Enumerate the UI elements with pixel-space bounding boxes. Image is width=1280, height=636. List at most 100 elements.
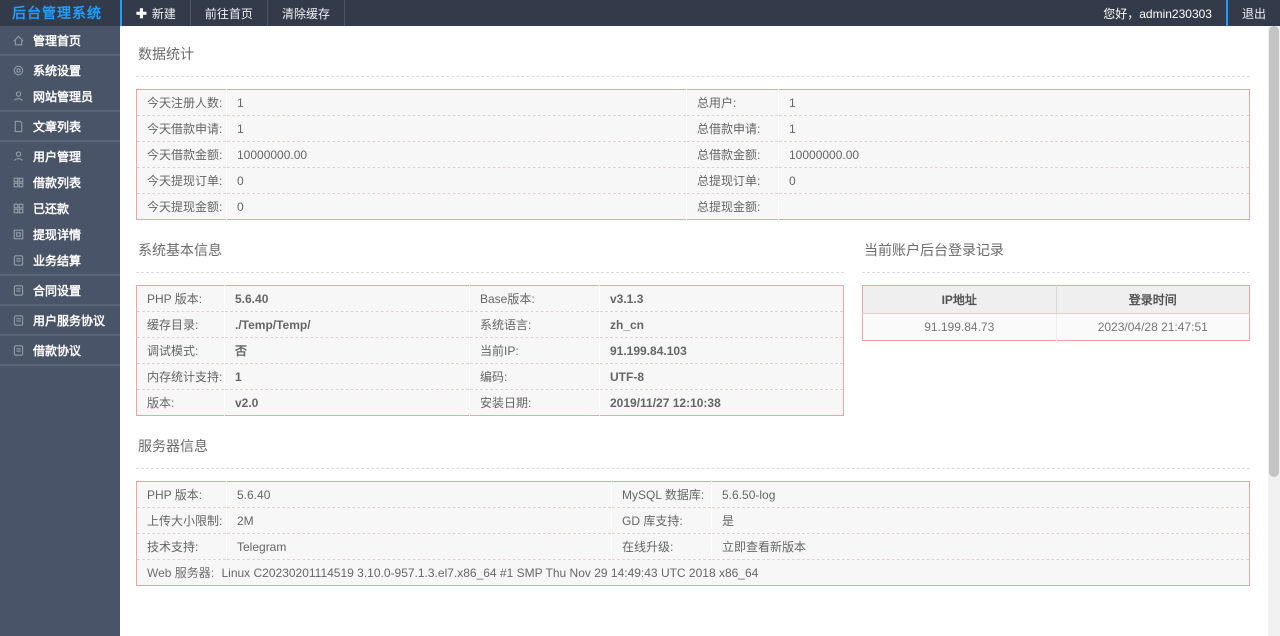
stat-value: 1 [226, 115, 687, 142]
stat-label: 总提现金额: [686, 193, 779, 220]
system-info-section: 系统基本信息 PHP 版本: 5.6.40 Base版本: v3.1.3 缓存目… [136, 236, 844, 416]
topbar: 后台管理系统 ✚ 新建 前往首页 清除缓存 您好，admin230303 退出 [0, 0, 1280, 26]
stats-table: 今天注册人数: 1 总用户: 1 今天借款申请: 1 总借款申请: 1 今天借款… [136, 89, 1250, 220]
logout-label: 退出 [1241, 6, 1266, 21]
stat-label: 今天提现金额: [136, 193, 227, 220]
stat-value [778, 193, 1250, 220]
check-new-version-link[interactable]: 立即查看新版本 [711, 533, 1250, 560]
sidebar-item-label: 合同设置 [33, 283, 82, 298]
stat-value: 0 [778, 167, 1250, 194]
table-row: 内存统计支持: 1 编码: UTF-8 [136, 363, 844, 390]
sidebar-item-label: 网站管理员 [33, 89, 94, 104]
info-value: 91.199.84.103 [599, 337, 844, 364]
sidebar-item-loan-agreement[interactable]: 借款协议 [0, 337, 120, 363]
sidebar-group: 系统设置 网站管理员 [0, 56, 120, 112]
sidebar-item-label: 借款列表 [33, 175, 82, 190]
info-value: 5.6.40 [226, 481, 612, 508]
info-label: 版本: [136, 389, 225, 416]
middle-row: 系统基本信息 PHP 版本: 5.6.40 Base版本: v3.1.3 缓存目… [136, 236, 1250, 416]
sidebar-item-contract-settings[interactable]: 合同设置 [0, 277, 120, 303]
info-value: 2M [226, 507, 612, 534]
table-row: 技术支持: Telegram 在线升级: 立即查看新版本 [136, 533, 1250, 560]
sidebar-item-label: 借款协议 [33, 343, 82, 358]
grid-icon [12, 176, 25, 189]
home-icon [12, 34, 25, 47]
system-info-table: PHP 版本: 5.6.40 Base版本: v3.1.3 缓存目录: ./Te… [136, 285, 844, 416]
sidebar-item-site-admins[interactable]: 网站管理员 [0, 83, 120, 109]
table-row: 今天借款金额: 10000000.00 总借款金额: 10000000.00 [136, 141, 1250, 168]
stats-section: 数据统计 今天注册人数: 1 总用户: 1 今天借款申请: 1 总借款申请: 1… [136, 40, 1250, 220]
scrollbar-thumb[interactable] [1269, 26, 1279, 478]
info-value: 是 [711, 507, 1250, 534]
sidebar-group: 管理首页 [0, 26, 120, 56]
sidebar-group: 用户管理 借款列表 已还款 提现详情 业务结算 [0, 142, 120, 276]
sidebar-group: 文章列表 [0, 112, 120, 142]
login-records-table: IP地址 登录时间 91.199.84.73 2023/04/28 21:47:… [862, 285, 1250, 341]
new-button[interactable]: ✚ 新建 [122, 0, 190, 26]
new-button-label: 新建 [151, 6, 176, 21]
gear-icon [12, 64, 25, 77]
logout-button[interactable]: 退出 [1228, 0, 1280, 26]
sidebar-item-articles[interactable]: 文章列表 [0, 113, 120, 139]
stat-value: 1 [226, 89, 687, 116]
stat-label: 总借款申请: [686, 115, 779, 142]
square-icon [12, 228, 25, 241]
info-label: GD 库支持: [611, 507, 712, 534]
table-row: PHP 版本: 5.6.40 Base版本: v3.1.3 [136, 285, 844, 312]
stat-label: 今天借款申请: [136, 115, 227, 142]
info-label: MySQL 数据库: [611, 481, 712, 508]
table-header-row: IP地址 登录时间 [862, 285, 1250, 314]
main-content: 数据统计 今天注册人数: 1 总用户: 1 今天借款申请: 1 总借款申请: 1… [120, 26, 1268, 636]
table-row: 今天提现订单: 0 总提现订单: 0 [136, 167, 1250, 194]
sidebar-item-loans[interactable]: 借款列表 [0, 169, 120, 195]
sidebar: 管理首页 系统设置 网站管理员 文章列表 用户管理 借款列表 已还款 提现详情 … [0, 26, 120, 636]
login-records-title: 当前账户后台登录记录 [862, 236, 1250, 273]
info-value: 1 [224, 363, 470, 390]
user-greeting: 您好，admin230303 [1103, 6, 1212, 21]
system-info-title: 系统基本信息 [136, 236, 844, 273]
sidebar-item-system-settings[interactable]: 系统设置 [0, 57, 120, 83]
table-row: PHP 版本: 5.6.40 MySQL 数据库: 5.6.50-log [136, 481, 1250, 508]
info-value: 5.6.50-log [711, 481, 1250, 508]
sidebar-item-repaid[interactable]: 已还款 [0, 195, 120, 221]
table-row: 版本: v2.0 安装日期: 2019/11/27 12:10:38 [136, 389, 844, 416]
sidebar-item-label: 已还款 [33, 201, 70, 216]
document-icon [12, 284, 25, 297]
stat-label: 今天借款金额: [136, 141, 227, 168]
sidebar-item-users[interactable]: 用户管理 [0, 143, 120, 169]
server-info-table: PHP 版本: 5.6.40 MySQL 数据库: 5.6.50-log 上传大… [136, 481, 1250, 586]
sidebar-item-user-agreement[interactable]: 用户服务协议 [0, 307, 120, 333]
table-row: Web 服务器: Linux C20230201114519 3.10.0-95… [136, 559, 1250, 586]
column-header-time: 登录时间 [1056, 285, 1250, 314]
go-home-button[interactable]: 前往首页 [191, 0, 267, 26]
info-label: 上传大小限制: [136, 507, 227, 534]
go-home-label: 前往首页 [204, 6, 253, 21]
info-label: PHP 版本: [136, 285, 225, 312]
stat-label: 总借款金额: [686, 141, 779, 168]
table-row: 调试模式: 否 当前IP: 91.199.84.103 [136, 337, 844, 364]
info-value: Telegram [226, 533, 612, 560]
stat-label: 总用户: [686, 89, 779, 116]
info-label: 内存统计支持: [136, 363, 225, 390]
web-server-cell: Web 服务器: Linux C20230201114519 3.10.0-95… [136, 559, 1250, 586]
sidebar-item-label: 用户服务协议 [33, 313, 106, 328]
vertical-scrollbar[interactable] [1268, 26, 1280, 636]
table-row: 今天提现金额: 0 总提现金额: [136, 193, 1250, 220]
info-value: v2.0 [224, 389, 470, 416]
clear-cache-button[interactable]: 清除缓存 [268, 0, 344, 26]
info-value: 否 [224, 337, 470, 364]
table-row: 缓存目录: ./Temp/Temp/ 系统语言: zh_cn [136, 311, 844, 338]
info-label: 当前IP: [469, 337, 600, 364]
sidebar-item-label: 系统设置 [33, 63, 82, 78]
info-label: 缓存目录: [136, 311, 225, 338]
sidebar-item-withdrawals[interactable]: 提现详情 [0, 221, 120, 247]
sidebar-item-settlement[interactable]: 业务结算 [0, 247, 120, 273]
sidebar-item-label: 业务结算 [33, 253, 82, 268]
table-row: 91.199.84.73 2023/04/28 21:47:51 [862, 313, 1250, 341]
sidebar-item-label: 用户管理 [33, 149, 82, 164]
info-value: UTF-8 [599, 363, 844, 390]
sidebar-item-home[interactable]: 管理首页 [0, 27, 120, 53]
info-label: 系统语言: [469, 311, 600, 338]
stat-value: 1 [778, 115, 1250, 142]
